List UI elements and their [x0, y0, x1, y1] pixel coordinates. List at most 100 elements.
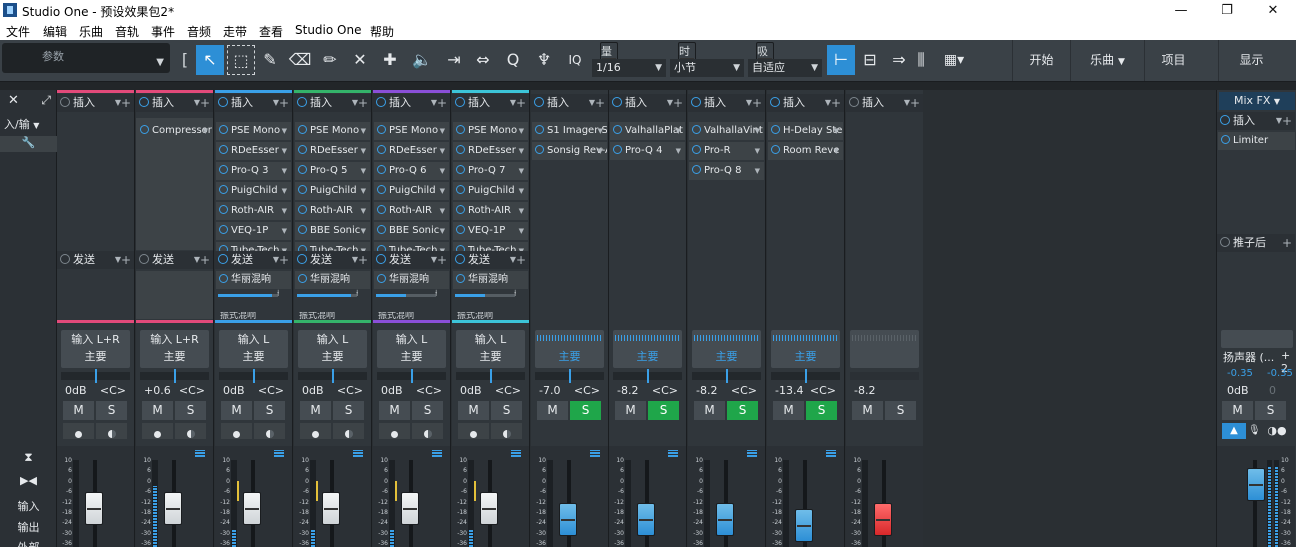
listen-tool-button[interactable]: 🔈 — [408, 45, 436, 75]
master-solo-button[interactable]: S — [1255, 401, 1286, 420]
power-icon[interactable] — [612, 97, 622, 107]
power-icon[interactable] — [219, 145, 228, 154]
timebase-select[interactable]: 小节 ▼ — [670, 59, 744, 77]
io-routing-box[interactable]: 输入 L+R 主要 — [140, 330, 209, 368]
iq-button[interactable]: IQ — [561, 45, 589, 75]
menu-studio-one[interactable]: Studio One — [295, 23, 361, 37]
eq-icon[interactable] — [826, 450, 836, 457]
send-pan-icon[interactable]: ⍿ — [277, 289, 279, 299]
power-icon[interactable] — [219, 125, 228, 134]
mute-button[interactable]: M — [379, 401, 410, 420]
power-icon[interactable] — [60, 97, 70, 107]
volume-readout[interactable]: -8.2 — [696, 384, 717, 397]
menu-view[interactable]: 查看 — [259, 23, 283, 40]
menu-edit[interactable]: 编辑 — [43, 23, 67, 40]
power-icon[interactable] — [139, 254, 149, 264]
output-select[interactable]: 主要 — [456, 348, 525, 364]
split-icon[interactable]: ⫼ — [912, 45, 930, 75]
power-icon[interactable] — [298, 205, 307, 214]
pan-knob[interactable] — [613, 369, 682, 383]
insert-slot[interactable]: PuigChild ▼ — [453, 182, 528, 200]
power-icon[interactable] — [1220, 237, 1230, 247]
add-icon[interactable]: + — [437, 94, 447, 112]
power-icon[interactable] — [535, 145, 544, 154]
power-icon[interactable] — [298, 165, 307, 174]
solo-button[interactable]: S — [727, 401, 758, 420]
volume-readout[interactable]: -8.2 — [617, 384, 638, 397]
power-icon[interactable] — [219, 185, 228, 194]
insert-slot[interactable]: Pro-Q 3 ▼ — [216, 162, 291, 180]
power-icon[interactable] — [771, 145, 780, 154]
insert-header[interactable]: 插入 ▼ + — [767, 94, 844, 112]
insert-header[interactable]: 插入 ▼ + — [846, 94, 923, 112]
volume-fader[interactable] — [637, 503, 655, 537]
snap-left-button[interactable]: ⇥ — [440, 45, 468, 75]
insert-slot[interactable]: Roth-AIR ▼ — [216, 202, 291, 220]
io-routing-box[interactable]: 输入 L 主要 — [298, 330, 367, 368]
power-icon[interactable] — [456, 225, 465, 234]
metronome-button[interactable]: ♆ — [530, 45, 558, 75]
power-icon[interactable] — [377, 274, 386, 283]
collapse-icon[interactable]: ⧗ — [0, 450, 57, 465]
mute-button[interactable]: M — [694, 401, 725, 420]
mix-fx-title[interactable]: Mix FX ▼ — [1219, 92, 1295, 110]
volume-readout[interactable]: 0dB — [381, 384, 403, 397]
power-icon[interactable] — [456, 274, 465, 283]
pan-knob[interactable] — [140, 369, 209, 383]
insert-header[interactable]: 插入 ▼ + — [373, 94, 450, 112]
eq-icon[interactable] — [590, 450, 600, 457]
send-level-slider[interactable] — [455, 294, 515, 297]
power-icon[interactable] — [298, 274, 307, 283]
insert-slot[interactable]: Compressor ▼ — [137, 122, 212, 140]
add-icon[interactable]: + — [358, 251, 368, 269]
insert-header[interactable]: 插入 ▼ + — [531, 94, 608, 112]
power-icon[interactable] — [771, 125, 780, 134]
pan-knob[interactable] — [219, 369, 288, 383]
power-icon[interactable] — [456, 165, 465, 174]
send-header[interactable]: 发送 ▼ + — [215, 251, 292, 269]
send-header[interactable]: 发送 ▼ + — [57, 251, 134, 269]
volume-readout[interactable]: 0dB — [302, 384, 324, 397]
volume-fader[interactable] — [401, 491, 419, 525]
send-slot[interactable]: 华丽混响 — [374, 271, 449, 289]
pan-readout[interactable]: <C> — [258, 384, 284, 397]
add-icon[interactable]: + — [752, 94, 762, 112]
master-meter-selector[interactable] — [1221, 330, 1293, 348]
send-pan-icon[interactable]: ⍿ — [514, 289, 516, 299]
insert-slot[interactable]: RDeEsser ▼ — [453, 142, 528, 160]
insert-slot[interactable]: VEQ-1P ▼ — [453, 222, 528, 240]
insert-slot[interactable]: Room Reve ▼ — [768, 142, 843, 160]
menu-transport[interactable]: 走带 — [223, 23, 247, 40]
master-insert-slot[interactable]: Limiter — [1218, 132, 1295, 150]
output-select[interactable]: 主要 — [298, 348, 367, 364]
pan-knob[interactable] — [377, 369, 446, 383]
power-icon[interactable] — [297, 254, 307, 264]
input-toggle[interactable]: 输入 — [0, 498, 57, 514]
eraser-tool-button[interactable]: ⌫ — [286, 45, 314, 75]
insert-slot[interactable]: BBE Sonic ▼ — [295, 222, 370, 240]
power-icon[interactable] — [691, 97, 701, 107]
add-icon[interactable]: + — [595, 94, 605, 112]
volume-readout[interactable]: -7.0 — [539, 384, 560, 397]
add-icon[interactable]: + — [673, 94, 683, 112]
volume-fader[interactable] — [874, 503, 892, 537]
add-icon[interactable]: + — [831, 94, 841, 112]
mute-button[interactable]: M — [142, 401, 173, 420]
split-tool-button[interactable]: ✎ — [256, 45, 284, 75]
power-icon[interactable] — [1221, 135, 1230, 144]
insert-header[interactable]: 插入 ▼ + — [609, 94, 686, 112]
power-icon[interactable] — [456, 185, 465, 194]
send-slot-next[interactable]: 振式混响 — [453, 312, 528, 320]
power-icon[interactable] — [219, 274, 228, 283]
power-icon[interactable] — [298, 185, 307, 194]
add-icon[interactable]: + — [121, 251, 131, 269]
record-arm-button[interactable] — [142, 423, 173, 439]
mute-button[interactable]: M — [773, 401, 804, 420]
insert-slot[interactable]: PuigChild ▼ — [295, 182, 370, 200]
eq-icon[interactable] — [511, 450, 521, 457]
record-arm-button[interactable] — [221, 423, 252, 439]
eq-icon[interactable] — [274, 450, 284, 457]
solo-button[interactable]: S — [491, 401, 522, 420]
insert-slot[interactable]: RDeEsser ▼ — [374, 142, 449, 160]
eq-icon[interactable] — [432, 450, 442, 457]
